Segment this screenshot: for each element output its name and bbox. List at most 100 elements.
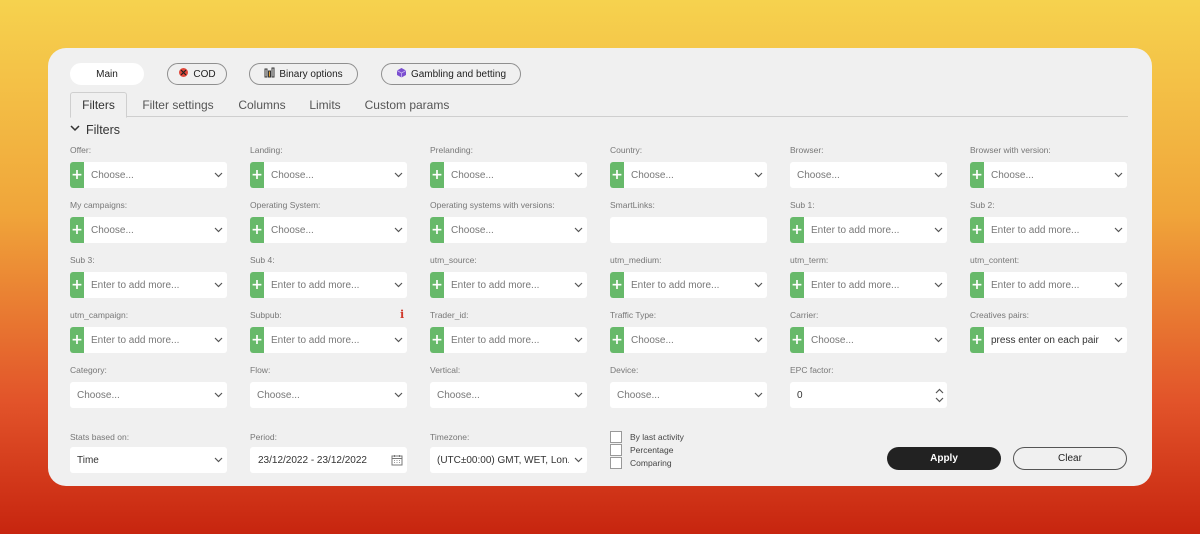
field-browser-with-version[interactable]: + Choose...: [970, 162, 1127, 188]
add-plus-icon[interactable]: +: [610, 272, 624, 298]
field-operating-system[interactable]: + Choose...: [250, 217, 407, 243]
stats-based-on-select[interactable]: Time: [70, 447, 227, 473]
label-sub-2: Sub 2:: [970, 200, 995, 210]
clear-button[interactable]: Clear: [1013, 447, 1127, 470]
checkbox-label: Percentage: [630, 445, 674, 455]
field-flow[interactable]: Choose...: [250, 382, 407, 408]
field-utm-campaign[interactable]: + Enter to add more...: [70, 327, 227, 353]
add-plus-icon[interactable]: +: [430, 162, 444, 188]
field-placeholder: Choose...: [77, 389, 120, 401]
add-plus-icon[interactable]: +: [70, 162, 84, 188]
add-plus-icon[interactable]: +: [250, 272, 264, 298]
number-spinner-icon[interactable]: [931, 388, 947, 403]
label-category: Category:: [70, 365, 107, 375]
field-my-campaigns[interactable]: + Choose...: [70, 217, 227, 243]
pill-tab-binary-options[interactable]: Binary options: [249, 63, 358, 85]
field-carrier[interactable]: + Choose...: [790, 327, 947, 353]
field-sub-1[interactable]: + Enter to add more...: [790, 217, 947, 243]
label-vertical: Vertical:: [430, 365, 461, 375]
add-plus-icon[interactable]: +: [970, 162, 984, 188]
field-placeholder: Enter to add more...: [91, 279, 180, 291]
field-creatives-pairs[interactable]: + press enter on each pair: [970, 327, 1127, 353]
timezone-label: Timezone:: [430, 432, 470, 442]
chevron-down-icon: [209, 227, 227, 233]
field-utm-term[interactable]: + Enter to add more...: [790, 272, 947, 298]
field-country[interactable]: + Choose...: [610, 162, 767, 188]
chevron-down-icon: [569, 457, 587, 463]
timezone-select[interactable]: (UTC±00:00) GMT, WET, Lon...: [430, 447, 587, 473]
calendar-icon[interactable]: [387, 454, 407, 466]
field-utm-content[interactable]: + Enter to add more...: [970, 272, 1127, 298]
add-plus-icon[interactable]: +: [970, 217, 984, 243]
tab-columns[interactable]: Columns: [230, 92, 294, 117]
checkbox-percentage[interactable]: Percentage: [610, 444, 673, 456]
field-placeholder: Choose...: [271, 224, 314, 236]
label-landing: Landing:: [250, 145, 283, 155]
checkbox-box[interactable]: [610, 431, 622, 443]
checkbox-by-last-activity[interactable]: By last activity: [610, 431, 684, 443]
add-plus-icon[interactable]: +: [790, 217, 804, 243]
field-device[interactable]: Choose...: [610, 382, 767, 408]
add-plus-icon[interactable]: +: [250, 327, 264, 353]
add-plus-icon[interactable]: +: [610, 327, 624, 353]
apply-button[interactable]: Apply: [887, 447, 1001, 470]
tab-filter-settings[interactable]: Filter settings: [133, 92, 223, 117]
add-plus-icon[interactable]: +: [70, 272, 84, 298]
field-sub-2[interactable]: + Enter to add more...: [970, 217, 1127, 243]
add-plus-icon[interactable]: +: [430, 272, 444, 298]
field-vertical[interactable]: Choose...: [430, 382, 587, 408]
field-utm-source[interactable]: + Enter to add more...: [430, 272, 587, 298]
field-offer[interactable]: + Choose...: [70, 162, 227, 188]
field-placeholder: Enter to add more...: [811, 224, 900, 236]
field-smartlinks[interactable]: [610, 217, 767, 243]
label-sub-1: Sub 1:: [790, 200, 815, 210]
add-plus-icon[interactable]: +: [790, 272, 804, 298]
tab-custom-params[interactable]: Custom params: [358, 92, 456, 117]
field-placeholder: Enter to add more...: [271, 334, 360, 346]
filters-section-toggle[interactable]: Filters: [70, 123, 120, 137]
add-plus-icon[interactable]: +: [250, 217, 264, 243]
add-plus-icon[interactable]: +: [250, 162, 264, 188]
field-sub-3[interactable]: + Enter to add more...: [70, 272, 227, 298]
checkbox-comparing[interactable]: Comparing: [610, 457, 672, 469]
add-plus-icon[interactable]: +: [430, 327, 444, 353]
field-placeholder: Choose...: [991, 169, 1034, 181]
field-sub-4[interactable]: + Enter to add more...: [250, 272, 407, 298]
add-plus-icon[interactable]: +: [430, 217, 444, 243]
add-plus-icon[interactable]: +: [610, 162, 624, 188]
tab-limits[interactable]: Limits: [301, 92, 349, 117]
label-epc-factor: EPC factor:: [790, 365, 834, 375]
field-traffic-type[interactable]: + Choose...: [610, 327, 767, 353]
info-icon[interactable]: i: [400, 308, 404, 321]
add-plus-icon[interactable]: +: [970, 272, 984, 298]
period-input[interactable]: 23/12/2022 - 23/12/2022: [250, 447, 407, 473]
add-plus-icon[interactable]: +: [70, 327, 84, 353]
checkbox-box[interactable]: [610, 444, 622, 456]
pill-tab-gambling[interactable]: Gambling and betting: [381, 63, 521, 85]
chevron-down-icon: [569, 282, 587, 288]
checkbox-box[interactable]: [610, 457, 622, 469]
field-browser[interactable]: Choose...: [790, 162, 947, 188]
label-operating-system: Operating System:: [250, 200, 321, 210]
field-operating-systems-with-versions[interactable]: + Choose...: [430, 217, 587, 243]
add-plus-icon[interactable]: +: [970, 327, 984, 353]
add-plus-icon[interactable]: +: [790, 327, 804, 353]
label-subpub: Subpub:: [250, 310, 282, 320]
field-placeholder: 0: [797, 389, 803, 401]
tab-filters[interactable]: Filters: [70, 92, 127, 118]
chevron-down-icon: [209, 457, 227, 463]
field-category[interactable]: Choose...: [70, 382, 227, 408]
field-utm-medium[interactable]: + Enter to add more...: [610, 272, 767, 298]
field-placeholder: Choose...: [257, 389, 300, 401]
field-placeholder: Enter to add more...: [991, 224, 1080, 236]
field-trader-id[interactable]: + Enter to add more...: [430, 327, 587, 353]
field-landing[interactable]: + Choose...: [250, 162, 407, 188]
field-epc-factor[interactable]: 0: [790, 382, 947, 408]
field-placeholder: Choose...: [91, 224, 134, 236]
pill-tab-cod[interactable]: COD: [167, 63, 227, 85]
pill-tab-label: Binary options: [279, 68, 343, 80]
pill-tab-main[interactable]: Main: [70, 63, 144, 85]
field-subpub[interactable]: + Enter to add more...: [250, 327, 407, 353]
field-prelanding[interactable]: + Choose...: [430, 162, 587, 188]
add-plus-icon[interactable]: +: [70, 217, 84, 243]
